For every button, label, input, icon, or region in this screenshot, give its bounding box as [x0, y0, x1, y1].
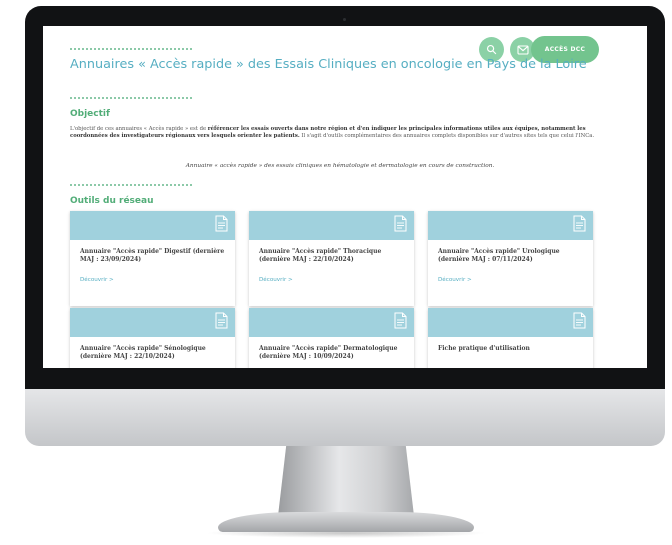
monitor-scene: ACCÈS DCC Annuaires « Accès rapide » des…: [0, 0, 672, 545]
objective-text-suffix: Il s'agit d'outils complémentaires des a…: [299, 133, 595, 139]
document-icon: [394, 312, 407, 329]
objective-text-prefix: L'objectif de ces annuaires « Accès rapi…: [70, 126, 208, 132]
card-title: Annuaire "Accès rapide" Digestif (derniè…: [80, 248, 225, 263]
website-screen: ACCÈS DCC Annuaires « Accès rapide » des…: [43, 26, 647, 368]
divider-dots: [70, 97, 192, 99]
divider-dots: [70, 48, 192, 50]
card-header-band: [70, 211, 235, 240]
card-title: Annuaire "Accès rapide" Urologique (dern…: [438, 248, 560, 263]
webcam: [343, 18, 346, 21]
card-thoracique[interactable]: Annuaire "Accès rapide" Thoracique (dern…: [249, 211, 414, 306]
search-icon: [486, 44, 497, 55]
card-title: Annuaire "Accès rapide" Thoracique (dern…: [259, 248, 382, 263]
network-tools-heading: Outils du réseau: [70, 196, 154, 206]
monitor-chin: [25, 389, 665, 446]
objective-heading: Objectif: [70, 109, 110, 119]
card-header-band: [428, 211, 593, 240]
monitor-stand-neck: [278, 446, 414, 516]
card-practical-guide[interactable]: Fiche pratique d'utilisation: [428, 308, 593, 368]
discover-link[interactable]: Découvrir >: [259, 277, 293, 283]
card-header-band: [249, 211, 414, 240]
construction-note: Annuaire « accès rapide » des essais cli…: [185, 163, 495, 169]
card-title: Annuaire "Accès rapide" Sénologique (der…: [80, 345, 206, 360]
mail-icon: [516, 44, 529, 55]
discover-link[interactable]: Découvrir >: [80, 277, 114, 283]
monitor-stand-base: [218, 512, 474, 532]
divider-dots: [70, 184, 192, 186]
card-header-band: [249, 308, 414, 337]
card-header-band: [70, 308, 235, 337]
card-title: Annuaire "Accès rapide" Dermatologique (…: [259, 345, 398, 360]
document-icon: [215, 312, 228, 329]
card-digestif[interactable]: Annuaire "Accès rapide" Digestif (derniè…: [70, 211, 235, 306]
objective-text: L'objectif de ces annuaires « Accès rapi…: [70, 126, 610, 140]
document-icon: [573, 312, 586, 329]
card-urologique[interactable]: Annuaire "Accès rapide" Urologique (dern…: [428, 211, 593, 306]
card-title: Fiche pratique d'utilisation: [438, 345, 530, 352]
document-icon: [573, 215, 586, 232]
card-dermatologique[interactable]: Annuaire "Accès rapide" Dermatologique (…: [249, 308, 414, 368]
document-icon: [394, 215, 407, 232]
document-icon: [215, 215, 228, 232]
page-title: Annuaires « Accès rapide » des Essais Cl…: [70, 57, 587, 72]
discover-link[interactable]: Découvrir >: [438, 277, 472, 283]
card-header-band: [428, 308, 593, 337]
card-senologique[interactable]: Annuaire "Accès rapide" Sénologique (der…: [70, 308, 235, 368]
